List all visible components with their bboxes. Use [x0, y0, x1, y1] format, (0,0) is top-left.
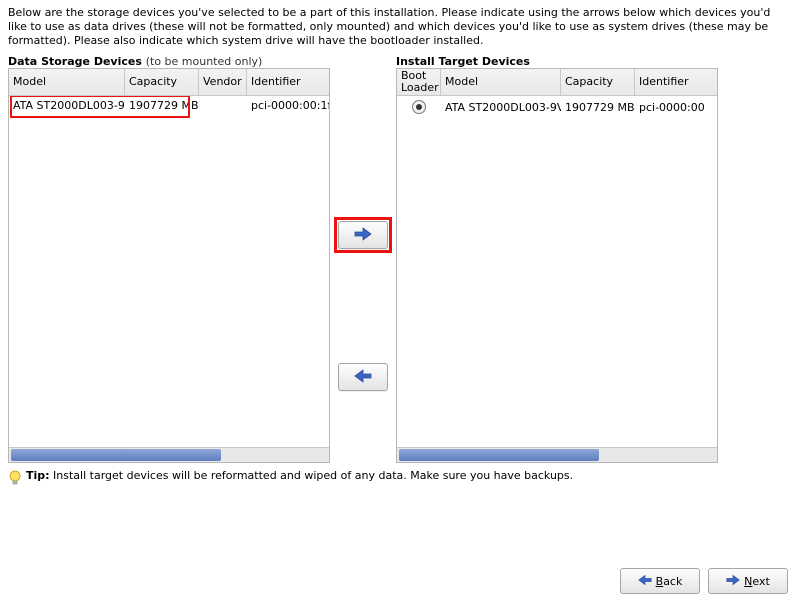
install-target-title: Install Target Devices [396, 55, 718, 68]
move-right-button[interactable] [338, 221, 388, 249]
cell-identifier: pci-0000:00:1f.2-scsi-1:0:0 [247, 98, 329, 113]
col-model[interactable]: Model [441, 69, 561, 95]
tip-label: Tip: [26, 469, 50, 482]
data-storage-header[interactable]: Model Capacity Vendor Identifier [9, 69, 329, 96]
cell-identifier: pci-0000:00 [635, 100, 717, 115]
h-scrollbar[interactable] [397, 447, 717, 462]
next-button[interactable]: Next [708, 568, 788, 594]
cell-vendor [199, 104, 247, 106]
install-target-header[interactable]: Boot Loader Model Capacity Identifier [397, 69, 717, 96]
back-label: Back [656, 575, 683, 588]
h-scrollbar[interactable] [9, 447, 329, 462]
next-label: Next [744, 575, 770, 588]
cell-model: ATA ST2000DL003-9VT1 [441, 100, 561, 115]
cell-capacity: 1907729 MB [561, 100, 635, 115]
table-row[interactable]: ATA ST2000DL003-9VT1 1907729 MB pci-0000… [9, 96, 329, 115]
table-row[interactable]: ATA ST2000DL003-9VT1 1907729 MB pci-0000… [397, 98, 717, 117]
scroll-thumb[interactable] [399, 449, 599, 461]
arrow-left-icon [638, 574, 652, 589]
arrow-right-icon [726, 574, 740, 589]
install-target-panel: Boot Loader Model Capacity Identifier AT… [396, 68, 718, 463]
arrow-right-icon [354, 227, 372, 244]
highlight-box [334, 217, 392, 253]
col-capacity[interactable]: Capacity [561, 69, 635, 95]
data-storage-list[interactable]: ATA ST2000DL003-9VT1 1907729 MB pci-0000… [9, 96, 329, 447]
cell-capacity: 1907729 MB [125, 98, 199, 113]
back-button[interactable]: Back [620, 568, 700, 594]
tip-row: Tip: Install target devices will be refo… [8, 469, 792, 490]
data-storage-panel: Model Capacity Vendor Identifier ATA ST2… [8, 68, 330, 463]
lightbulb-icon [8, 470, 22, 490]
col-vendor[interactable]: Vendor [199, 69, 247, 95]
scroll-thumb[interactable] [11, 449, 221, 461]
col-identifier[interactable]: Identifier [635, 69, 717, 95]
arrow-left-icon [354, 369, 372, 386]
install-target-list[interactable]: ATA ST2000DL003-9VT1 1907729 MB pci-0000… [397, 96, 717, 447]
cell-model: ATA ST2000DL003-9VT1 [9, 98, 125, 113]
col-capacity[interactable]: Capacity [125, 69, 199, 95]
col-model[interactable]: Model [9, 69, 125, 95]
bootloader-radio[interactable] [412, 100, 426, 114]
tip-text: Install target devices will be reformatt… [53, 469, 573, 482]
move-left-button[interactable] [338, 363, 388, 391]
col-bootloader[interactable]: Boot Loader [397, 69, 441, 95]
data-storage-title: Data Storage Devices (to be mounted only… [8, 55, 330, 68]
intro-text: Below are the storage devices you've sel… [8, 6, 792, 47]
col-identifier[interactable]: Identifier [247, 69, 329, 95]
